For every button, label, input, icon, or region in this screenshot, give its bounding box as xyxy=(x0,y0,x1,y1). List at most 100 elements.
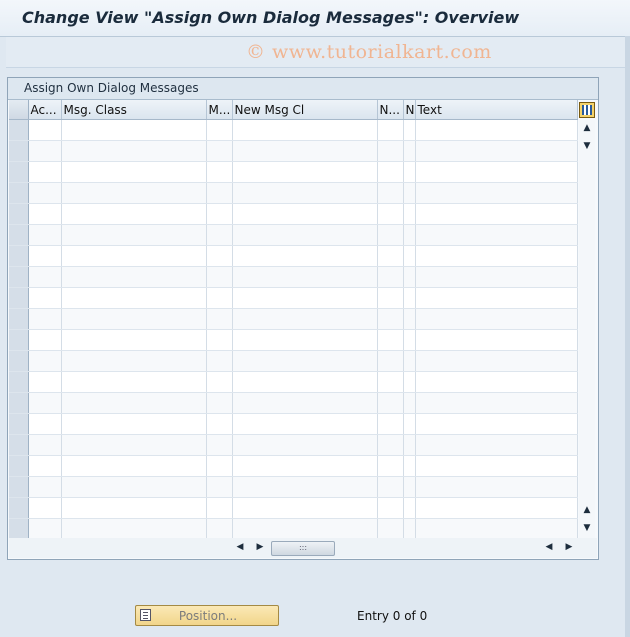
table-cell[interactable] xyxy=(377,245,404,267)
table-cell[interactable] xyxy=(61,476,207,498)
scroll-down-icon[interactable]: ▼ xyxy=(579,520,595,536)
table-cell[interactable] xyxy=(28,161,62,183)
table-row[interactable] xyxy=(9,350,578,372)
table-cell[interactable] xyxy=(232,350,378,372)
table-cell[interactable] xyxy=(232,308,378,330)
table-row[interactable] xyxy=(9,287,578,309)
table-cell[interactable] xyxy=(377,140,404,162)
table-cell[interactable] xyxy=(28,434,62,456)
table-row[interactable] xyxy=(9,329,578,351)
table-cell[interactable] xyxy=(403,308,416,330)
table-row[interactable] xyxy=(9,371,578,393)
row-selector[interactable] xyxy=(9,371,29,393)
table-cell[interactable] xyxy=(206,497,233,519)
table-cell[interactable] xyxy=(206,161,233,183)
table-cell[interactable] xyxy=(28,203,62,225)
table-cell[interactable] xyxy=(377,224,404,246)
table-cell[interactable] xyxy=(206,434,233,456)
row-selector[interactable] xyxy=(9,224,29,246)
horizontal-scroll-thumb[interactable]: ::: xyxy=(271,541,335,556)
table-cell[interactable] xyxy=(377,287,404,309)
table-cell[interactable] xyxy=(403,413,416,435)
table-cell[interactable] xyxy=(403,455,416,477)
scroll-left-end-icon[interactable]: ◀ xyxy=(542,540,556,554)
table-cell[interactable] xyxy=(232,140,378,162)
scroll-up-icon[interactable]: ▲ xyxy=(579,120,595,136)
table-cell[interactable] xyxy=(28,308,62,330)
table-cell[interactable] xyxy=(61,266,207,288)
table-cell[interactable] xyxy=(403,245,416,267)
table-cell[interactable] xyxy=(206,224,233,246)
table-cell[interactable] xyxy=(232,392,378,414)
table-cell[interactable] xyxy=(232,224,378,246)
table-cell[interactable] xyxy=(232,161,378,183)
column-header-msg-class[interactable]: Msg. Class xyxy=(61,100,207,120)
table-cell[interactable] xyxy=(415,329,578,351)
table-cell[interactable] xyxy=(206,413,233,435)
table-cell[interactable] xyxy=(28,371,62,393)
table-cell[interactable] xyxy=(61,497,207,519)
row-selector[interactable] xyxy=(9,350,29,372)
row-selector[interactable] xyxy=(9,161,29,183)
table-cell[interactable] xyxy=(232,476,378,498)
table-row[interactable] xyxy=(9,266,578,288)
table-cell[interactable] xyxy=(377,413,404,435)
table-row[interactable] xyxy=(9,392,578,414)
table-cell[interactable] xyxy=(61,140,207,162)
table-cell[interactable] xyxy=(415,497,578,519)
row-selector[interactable] xyxy=(9,287,29,309)
table-cell[interactable] xyxy=(232,119,378,141)
table-row[interactable] xyxy=(9,518,578,540)
table-cell[interactable] xyxy=(403,224,416,246)
table-cell[interactable] xyxy=(403,476,416,498)
table-cell[interactable] xyxy=(61,455,207,477)
table-cell[interactable] xyxy=(232,497,378,519)
position-button[interactable]: Position... xyxy=(135,605,279,626)
table-cell[interactable] xyxy=(415,476,578,498)
table-row[interactable] xyxy=(9,245,578,267)
table-cell[interactable] xyxy=(61,161,207,183)
table-cell[interactable] xyxy=(206,329,233,351)
row-selector[interactable] xyxy=(9,119,29,141)
table-cell[interactable] xyxy=(61,329,207,351)
table-cell[interactable] xyxy=(206,245,233,267)
table-cell[interactable] xyxy=(403,203,416,225)
table-cell[interactable] xyxy=(61,245,207,267)
column-header-text[interactable]: Text xyxy=(415,100,578,120)
scroll-left-icon[interactable]: ◀ xyxy=(233,540,247,554)
table-cell[interactable] xyxy=(377,518,404,540)
table-cell[interactable] xyxy=(28,140,62,162)
table-cell[interactable] xyxy=(61,371,207,393)
table-cell[interactable] xyxy=(377,350,404,372)
table-cell[interactable] xyxy=(377,392,404,414)
table-cell[interactable] xyxy=(28,413,62,435)
table-cell[interactable] xyxy=(28,119,62,141)
table-cell[interactable] xyxy=(403,140,416,162)
table-cell[interactable] xyxy=(206,203,233,225)
row-selector[interactable] xyxy=(9,497,29,519)
table-cell[interactable] xyxy=(232,266,378,288)
row-selector[interactable] xyxy=(9,455,29,477)
table-cell[interactable] xyxy=(377,119,404,141)
table-cell[interactable] xyxy=(377,371,404,393)
table-cell[interactable] xyxy=(403,266,416,288)
table-cell[interactable] xyxy=(28,266,62,288)
row-selector[interactable] xyxy=(9,413,29,435)
table-cell[interactable] xyxy=(377,182,404,204)
table-cell[interactable] xyxy=(232,434,378,456)
table-row[interactable] xyxy=(9,434,578,456)
table-cell[interactable] xyxy=(415,287,578,309)
table-row[interactable] xyxy=(9,161,578,183)
table-cell[interactable] xyxy=(61,182,207,204)
row-selector[interactable] xyxy=(9,203,29,225)
row-selector[interactable] xyxy=(9,245,29,267)
column-header-msg-number[interactable]: M... xyxy=(206,100,233,120)
table-cell[interactable] xyxy=(232,518,378,540)
table-cell[interactable] xyxy=(377,329,404,351)
table-cell[interactable] xyxy=(206,119,233,141)
table-cell[interactable] xyxy=(377,434,404,456)
column-header-new-msg-class[interactable]: New Msg Cl xyxy=(232,100,378,120)
table-cell[interactable] xyxy=(415,266,578,288)
table-cell[interactable] xyxy=(232,455,378,477)
table-cell[interactable] xyxy=(415,455,578,477)
